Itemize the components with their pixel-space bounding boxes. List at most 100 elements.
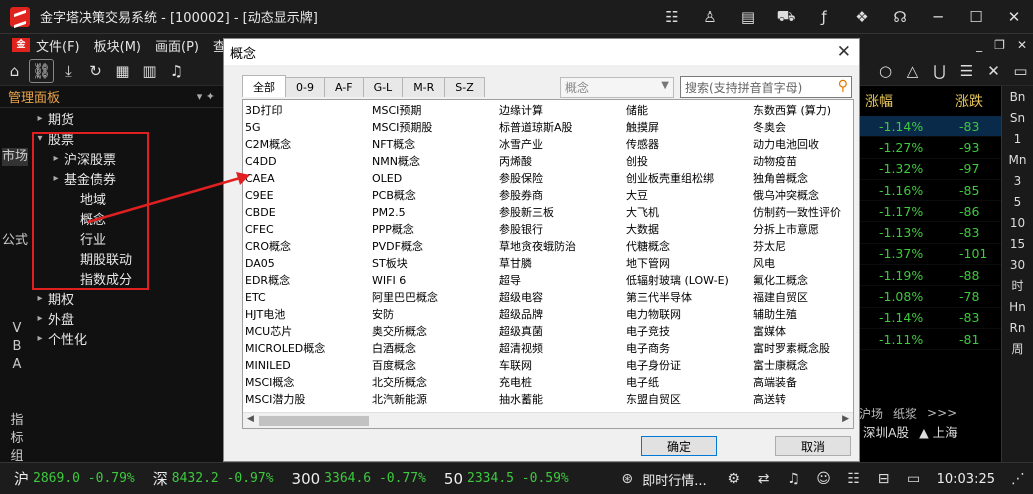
resize-grip-icon[interactable]: ⋰ [1003,471,1033,487]
concept-item[interactable]: 创投 [626,153,753,170]
concept-item[interactable]: HJT电池 [245,306,372,323]
concept-item[interactable]: 电力物联网 [626,306,753,323]
mdi-close-button[interactable]: ✕ [1017,38,1027,52]
tag-icon[interactable]: ☰ [954,59,979,83]
period-button[interactable]: Hn [1002,296,1033,317]
market-row[interactable]: -1.08% -78 [853,286,1001,308]
concept-item[interactable]: 大数据 [626,221,753,238]
lock-icon[interactable]: ⊟ [869,471,899,487]
concept-item[interactable]: 富士康概念 [753,357,853,374]
side-tab-indicator-group[interactable]: 指标组 [10,412,24,466]
concept-item[interactable]: 边缘计算 [499,102,626,119]
dialog-close-icon[interactable]: ✕ [837,42,851,62]
circle-icon[interactable]: ○ [873,59,898,83]
concept-item[interactable]: 北汽新能源 [372,391,499,408]
download-icon[interactable]: ⤓ [56,59,81,83]
concept-item[interactable]: 电子竞技 [626,323,753,340]
concept-item[interactable]: 充电桩 [499,374,626,391]
side-tab-formula[interactable]: 公式 [2,232,28,250]
market-row[interactable]: -1.11% -81 [853,329,1001,351]
concept-item[interactable]: 高端装备 [753,374,853,391]
link-status-icon[interactable]: ⚙ [719,471,749,487]
period-button[interactable]: Sn [1002,107,1033,128]
market-row[interactable]: -1.19% -88 [853,265,1001,287]
concept-item[interactable]: 低辐射玻璃 (LOW-E) [626,272,753,289]
header-chg[interactable]: 涨跌 [931,91,983,111]
link-icon[interactable]: ⛓ [29,58,54,83]
triangle-icon[interactable]: △ [900,59,925,83]
concept-item[interactable]: 奥交所概念 [372,323,499,340]
concept-item[interactable]: 丙烯酸 [499,153,626,170]
alert-icon[interactable]: ♫ [779,471,809,487]
concept-item[interactable]: WIFI 6 [372,272,499,289]
menu-sector[interactable]: 板块(M) [94,36,141,55]
market-row[interactable]: -1.37% -101 [853,244,1001,266]
tab-m-r[interactable]: M-R [402,77,446,97]
concept-item[interactable]: 5G [245,119,372,136]
home-icon[interactable]: ⌂ [2,59,27,83]
concept-item[interactable]: 百度概念 [372,357,499,374]
sector-tab-1[interactable]: 沪场 [859,405,883,422]
category-select[interactable]: 概念 ▼ [560,77,674,98]
concept-item[interactable]: 3D打印 [245,102,372,119]
refresh-icon[interactable]: ↻ [83,59,108,83]
concept-item[interactable]: OLED [372,170,499,187]
concept-item[interactable]: C9EE [245,187,372,204]
tree-item[interactable]: ▸ 期货 [32,108,222,128]
concept-item[interactable]: 俄乌冲突概念 [753,187,853,204]
market-row[interactable]: -1.16% -85 [853,180,1001,202]
concept-item[interactable]: MSCI预期 [372,102,499,119]
minimize-icon[interactable]: ─ [919,0,957,34]
shop-icon[interactable]: ⛟ [767,0,805,34]
concept-item[interactable]: 抽水蓄能 [499,391,626,408]
tab-0-9[interactable]: 0-9 [285,77,325,97]
concept-item[interactable]: 电子身份证 [626,357,753,374]
concept-item[interactable]: NMN概念 [372,153,499,170]
concept-item[interactable]: 超导 [499,272,626,289]
ok-button[interactable]: 确定 [641,436,717,456]
concept-item[interactable]: 电子商务 [626,340,753,357]
board-tab-shenzhen-a[interactable]: 深圳A股 [863,422,909,441]
period-button[interactable]: Rn [1002,317,1033,338]
index-quote[interactable]: 50 2334.5 -0.59% [444,468,569,489]
concept-item[interactable]: 富时罗素概念股 [753,340,853,357]
maximize-icon[interactable]: ☐ [957,0,995,34]
close-icon[interactable]: ✕ [995,0,1033,34]
concept-item[interactable]: 车联网 [499,357,626,374]
search-input[interactable]: 搜索(支持拼音首字母) ⚲ [680,76,852,98]
x-mark-icon[interactable]: ✕ [981,59,1006,83]
formula-icon[interactable]: ƒ [805,0,843,34]
tree-item[interactable]: ▸ 外盘 [32,308,222,328]
scroll-right-icon[interactable]: ▶ [842,414,849,424]
tab-all[interactable]: 全部 [242,75,286,97]
concept-item[interactable]: PM2.5 [372,204,499,221]
scroll-left-icon[interactable]: ◀ [247,414,254,424]
tab-a-f[interactable]: A-F [323,77,364,97]
concept-item[interactable]: 地下管网 [626,255,753,272]
tree-item[interactable]: ▸ 期权 [32,288,222,308]
market-row[interactable]: -1.13% -83 [853,222,1001,244]
concept-item[interactable]: 动物疫苗 [753,153,853,170]
search-icon[interactable]: ⚲ [838,78,848,94]
concept-item[interactable]: 北交所概念 [372,374,499,391]
concept-item[interactable]: 超级电容 [499,289,626,306]
concept-item[interactable]: 大豆 [626,187,753,204]
concept-item[interactable]: MICROLED概念 [245,340,372,357]
concept-item[interactable]: ST板块 [372,255,499,272]
concept-item[interactable]: 大飞机 [626,204,753,221]
period-button[interactable]: Bn [1002,86,1033,107]
market-row[interactable]: -1.32% -97 [853,159,1001,180]
plugin-icon[interactable]: ❖ [843,0,881,34]
concept-item[interactable]: 东数西算 (算力) [753,102,853,119]
concept-item[interactable]: DA05 [245,255,372,272]
chevron-right-icon[interactable]: ▸ [32,293,48,304]
concept-item[interactable]: 芬太尼 [753,238,853,255]
concept-item[interactable]: 创业板壳重组松绑 [626,170,753,187]
concept-item[interactable]: NFT概念 [372,136,499,153]
magnet-icon[interactable]: ⋃ [927,59,952,83]
screen-icon[interactable]: ▭ [899,471,929,487]
concept-item[interactable]: 储能 [626,102,753,119]
market-row[interactable]: -1.27% -93 [853,137,1001,159]
concept-item[interactable]: 参股银行 [499,221,626,238]
concept-item[interactable]: MSCI潜力股 [245,391,372,408]
